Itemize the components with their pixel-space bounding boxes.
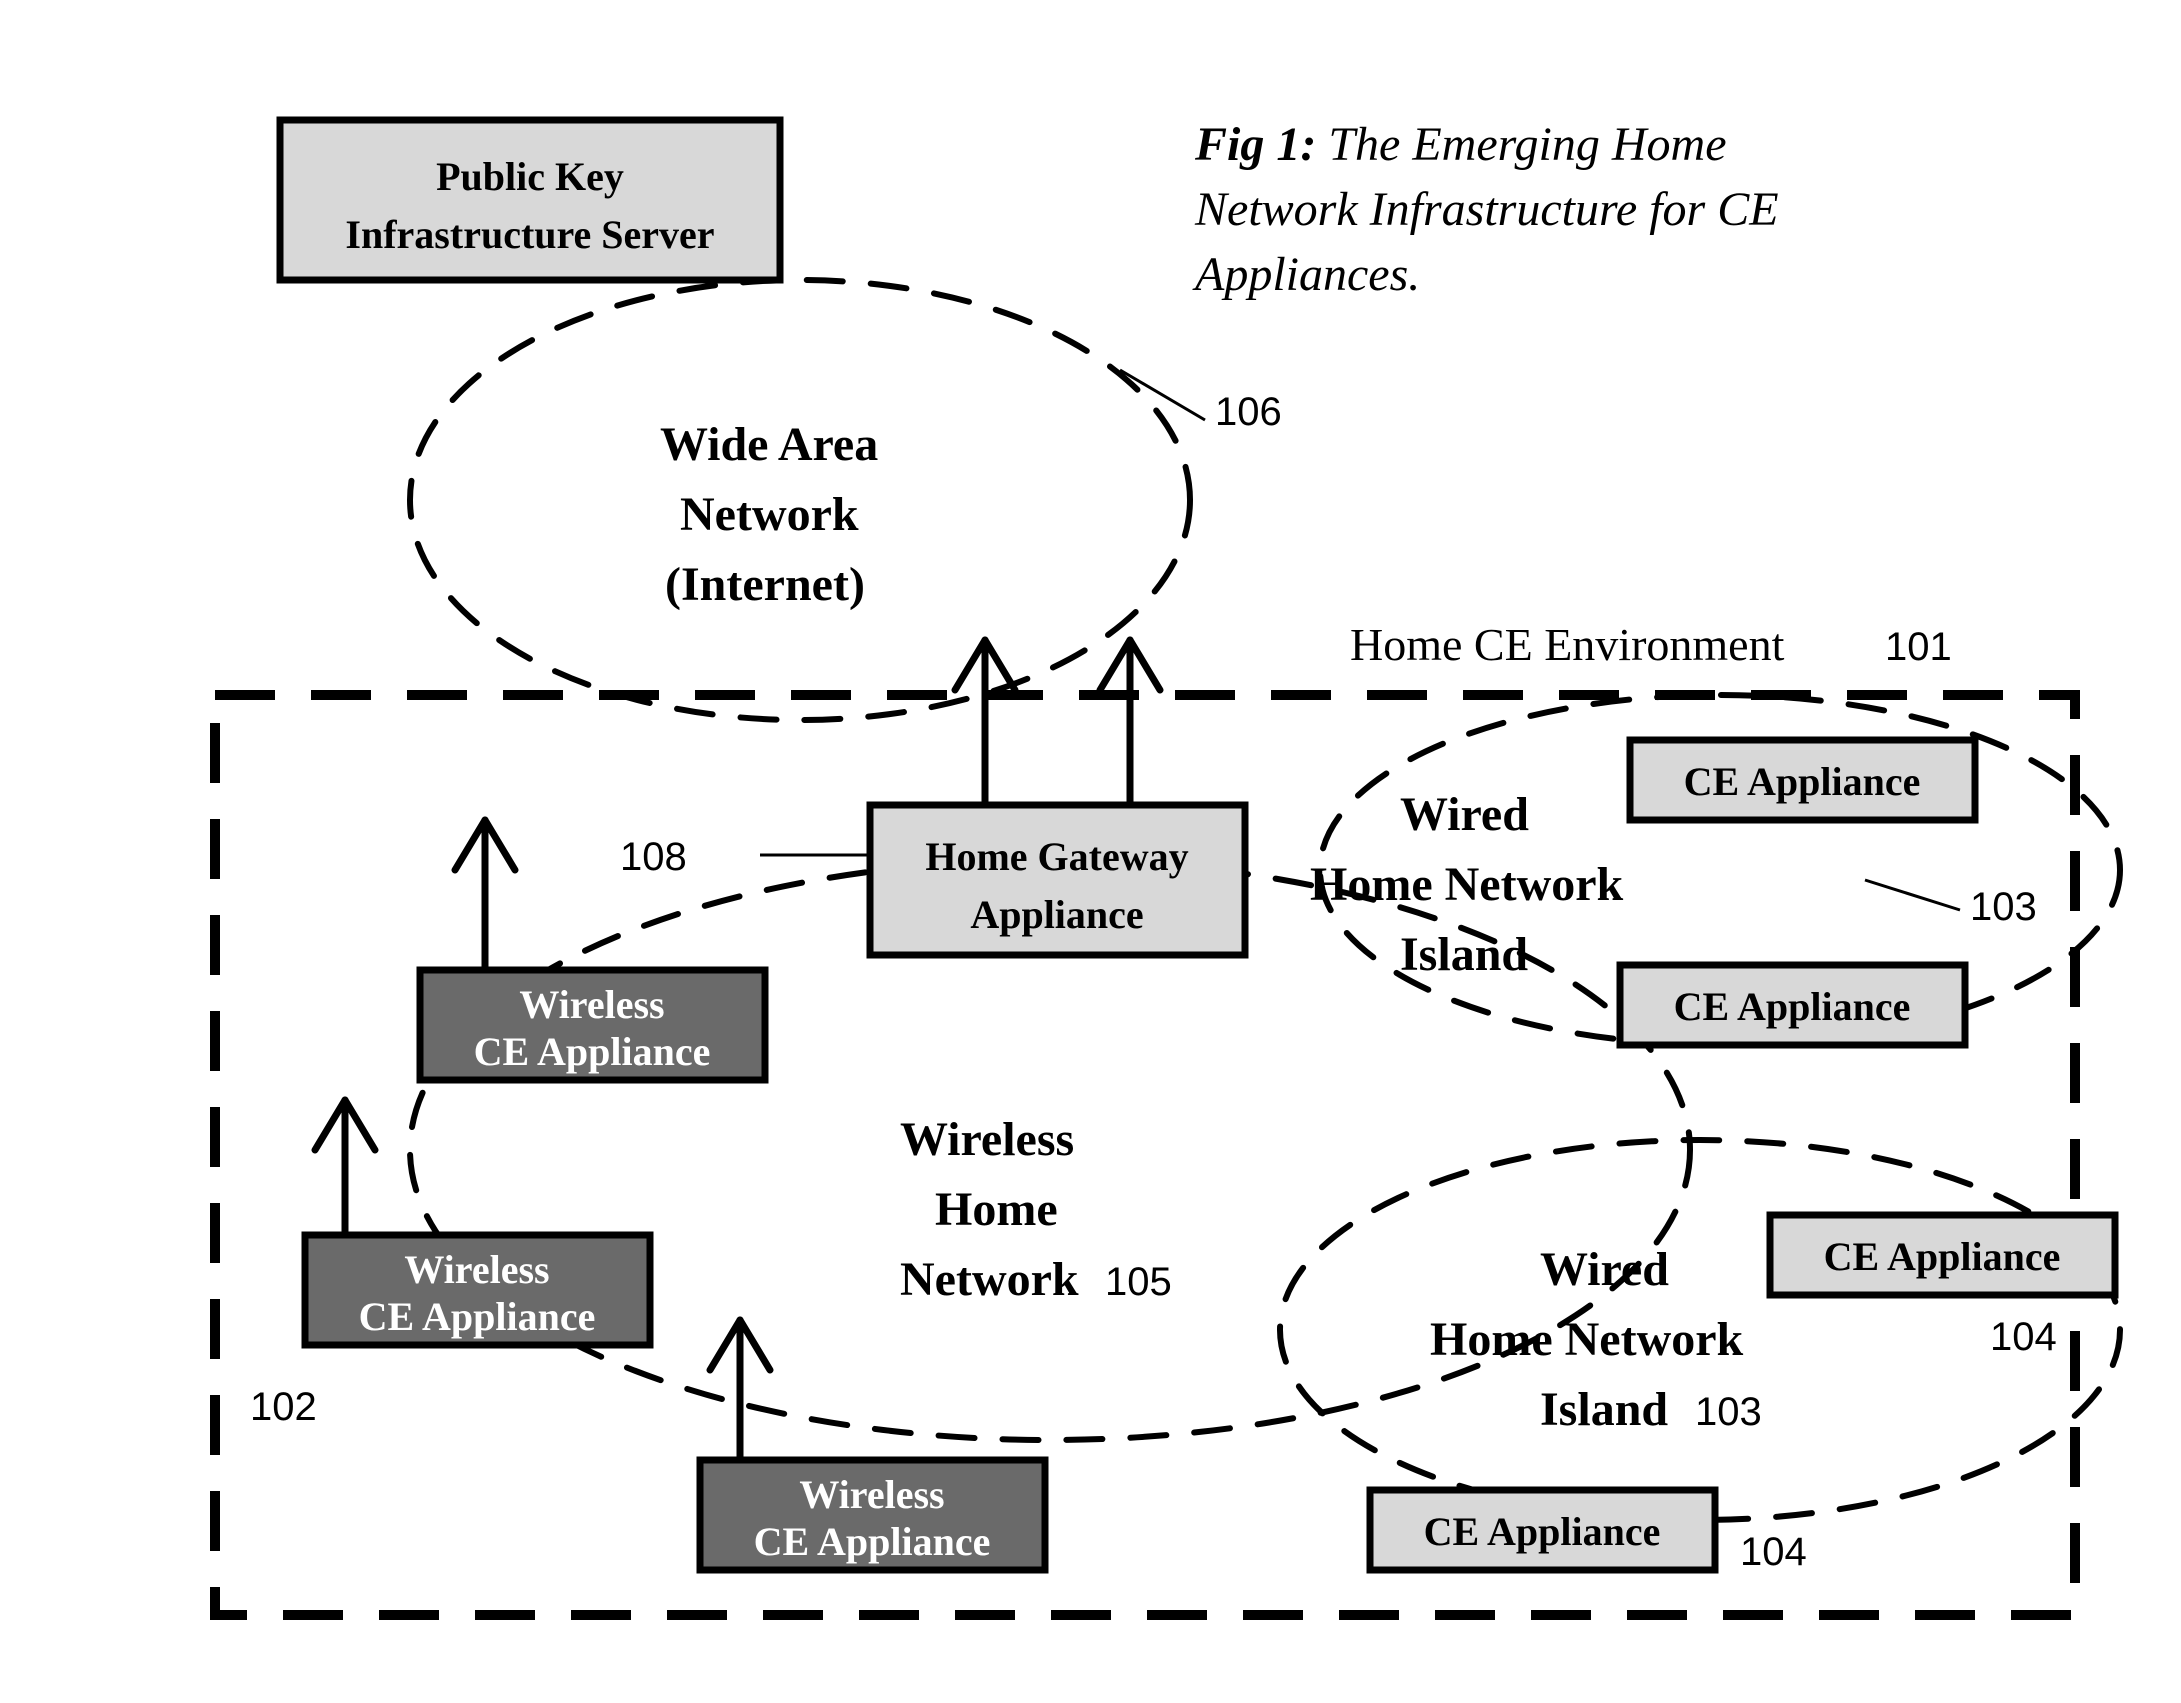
ce-appliance-tr-1: CE Appliance: [1630, 740, 1975, 820]
wless-net-3: Network: [900, 1253, 1079, 1306]
figure-title: Fig 1: The Emerging Home Network Infrast…: [1192, 118, 1779, 301]
diagram-svg: Fig 1: The Emerging Home Network Infrast…: [0, 0, 2181, 1703]
wce-3b: CE Appliance: [754, 1519, 991, 1564]
ce-tr2-text: CE Appliance: [1674, 984, 1911, 1029]
wireless-ce-2: Wireless CE Appliance: [305, 1100, 650, 1345]
wan-num: 106: [1215, 390, 1282, 434]
title-line3: Appliances.: [1192, 248, 1420, 301]
gateway-num: 108: [620, 835, 687, 879]
wan-line3: (Internet): [665, 558, 865, 611]
wired2-3: Island: [1540, 1383, 1668, 1436]
ce-appliance-br-2: CE Appliance: [1370, 1490, 1715, 1570]
ce-br2-num: 104: [1740, 1530, 1807, 1574]
wce3-antenna: [710, 1320, 770, 1460]
wce-3a: Wireless: [799, 1472, 944, 1517]
wce1-antenna: [455, 820, 515, 970]
wce-num: 102: [250, 1385, 317, 1429]
env-label: Home CE Environment: [1350, 619, 1785, 670]
wan-leader: [1120, 370, 1205, 420]
wless-net-2: Home: [935, 1183, 1058, 1236]
gateway-antenna-right: [1100, 640, 1160, 805]
wired1-2: Home Network: [1310, 858, 1624, 911]
wce-2a: Wireless: [404, 1247, 549, 1292]
wireless-ce-3: Wireless CE Appliance: [700, 1320, 1045, 1570]
wce2-antenna: [315, 1100, 375, 1235]
wan-line1: Wide Area: [660, 418, 878, 471]
env-num: 101: [1885, 625, 1952, 669]
title-line2: Network Infrastructure for CE: [1194, 183, 1779, 236]
wan-line2: Network: [680, 488, 859, 541]
wce-1b: CE Appliance: [474, 1029, 711, 1074]
gateway-line1: Home Gateway: [925, 834, 1188, 879]
gateway-antenna-left: [955, 640, 1015, 805]
pki-line2: Infrastructure Server: [345, 212, 714, 257]
pki-line1: Public Key: [436, 154, 624, 199]
ce-tr1-text: CE Appliance: [1684, 759, 1921, 804]
wce-1a: Wireless: [519, 982, 664, 1027]
fig-prefix: Fig 1:: [1194, 118, 1316, 171]
wired1-num: 103: [1970, 885, 2037, 929]
diagram-stage: Fig 1: The Emerging Home Network Infrast…: [0, 0, 2181, 1703]
home-gateway-box: Home Gateway Appliance: [870, 805, 1245, 955]
gateway-line2: Appliance: [970, 892, 1143, 937]
wired2-num: 103: [1695, 1390, 1762, 1434]
ce-appliance-br-1: CE Appliance: [1770, 1215, 2115, 1295]
ce-br1-num: 104: [1990, 1315, 2057, 1359]
ce-appliance-tr-2: CE Appliance: [1620, 965, 1965, 1045]
wired2-2: Home Network: [1430, 1313, 1744, 1366]
svg-text:Fig 1: The Emerging Home: Fig 1: The Emerging Home: [1194, 118, 1727, 171]
wless-net-1: Wireless: [900, 1113, 1074, 1166]
pki-server-box: Public Key Infrastructure Server: [280, 120, 780, 280]
wless-net-num: 105: [1105, 1260, 1172, 1304]
wired1-leader: [1865, 880, 1960, 910]
ce-br2-text: CE Appliance: [1424, 1509, 1661, 1554]
wce-2b: CE Appliance: [359, 1294, 596, 1339]
wired2-1: Wired: [1540, 1243, 1669, 1296]
title-line1: The Emerging Home: [1316, 118, 1726, 171]
wired1-3: Island: [1400, 928, 1528, 981]
ce-br1-text: CE Appliance: [1824, 1234, 2061, 1279]
wired1-1: Wired: [1400, 788, 1529, 841]
